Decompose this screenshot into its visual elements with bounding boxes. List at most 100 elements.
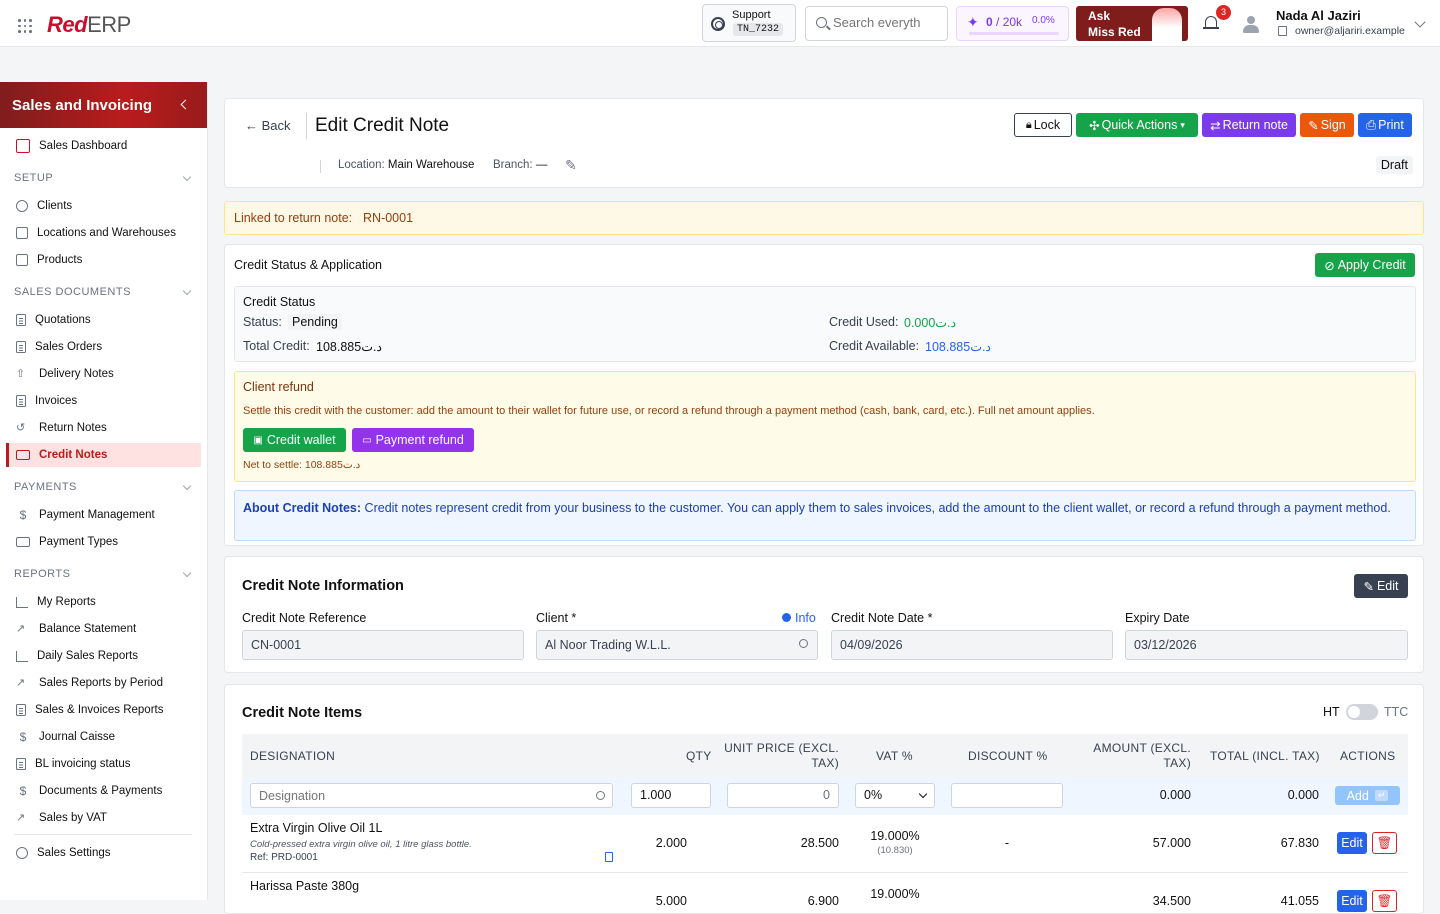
credit-status-box: Credit Status Status: Pending Total Cred…: [234, 286, 1416, 362]
sidebar-item-clients[interactable]: Clients: [6, 194, 201, 218]
printer-icon: ⎙: [1366, 117, 1377, 132]
back-button[interactable]: ← Back: [245, 118, 291, 133]
bell-icon[interactable]: [1203, 15, 1219, 31]
credit-wallet-button[interactable]: ▣ Credit wallet: [243, 428, 346, 452]
edit-button[interactable]: ✎ Edit: [1354, 574, 1408, 598]
sidebar-item-delivery-notes[interactable]: ⇧ Delivery Notes: [6, 362, 201, 386]
client-field[interactable]: Al Noor Trading W.L.L.: [536, 630, 818, 660]
return-note-button[interactable]: ⇄ Return note: [1202, 113, 1296, 137]
sidebar-item-products[interactable]: Products: [6, 248, 201, 272]
section-sales-documents[interactable]: SALES DOCUMENTS: [14, 286, 192, 298]
sidebar-item-sales-invoices-reports[interactable]: Sales & Invoices Reports: [6, 698, 201, 722]
sign-button[interactable]: ✎ Sign: [1300, 113, 1354, 137]
edit-row-button[interactable]: Edit: [1337, 832, 1367, 854]
home-icon: [16, 227, 28, 239]
sparkles-icon: ✦: [967, 14, 979, 30]
item-total: 67.830: [1280, 836, 1319, 850]
column-header: QTY: [686, 749, 712, 763]
section-reports[interactable]: REPORTS: [14, 568, 192, 580]
sidebar-item-invoices[interactable]: Invoices: [6, 389, 201, 413]
sidebar-item-locations[interactable]: Locations and Warehouses: [6, 221, 201, 245]
quick-actions-button[interactable]: ✣ Quick Actions ▾: [1076, 113, 1198, 137]
trending-up-icon: ↗: [16, 623, 26, 635]
apps-grid-icon[interactable]: [18, 19, 32, 33]
sidebar-item-documents-payments[interactable]: $ Documents & Payments: [6, 779, 201, 803]
vat-select[interactable]: 0%: [855, 783, 935, 808]
page-title: Edit Credit Note: [315, 115, 450, 136]
total-credit-label: Total Credit:: [243, 339, 310, 353]
document-icon: [16, 314, 26, 326]
notification-badge: 3: [1216, 5, 1231, 20]
reference-label: Credit Note Reference: [242, 611, 367, 625]
file-icon[interactable]: [605, 852, 613, 862]
trash-icon[interactable]: 🗑︎: [1372, 890, 1397, 912]
sidebar-item-sales-by-vat[interactable]: ↗ Sales by VAT: [6, 806, 201, 830]
ask-miss-red-button[interactable]: Ask Miss Red: [1076, 6, 1188, 41]
linked-label: Linked to return note:: [234, 211, 353, 225]
upload-icon: ⇧: [16, 368, 26, 380]
client-info-link[interactable]: Info: [782, 611, 816, 625]
item-qty: 5.000: [655, 894, 687, 908]
collapse-chevron-icon[interactable]: [180, 99, 191, 110]
status-value: Pending: [288, 314, 342, 330]
apply-credit-button[interactable]: ⊘ Apply Credit: [1315, 253, 1415, 277]
app-logo[interactable]: RedERP: [47, 12, 131, 38]
price-input[interactable]: 0: [727, 783, 839, 808]
about-credit-notes-info: About Credit Notes: Credit notes represe…: [234, 490, 1416, 541]
item-name: Extra Virgin Olive Oil 1L: [250, 821, 383, 835]
discount-input[interactable]: [951, 783, 1063, 808]
copy-icon[interactable]: [1278, 26, 1287, 36]
sidebar-item-journal-caisse[interactable]: $ Journal Caisse: [6, 725, 201, 749]
zap-icon: ✣: [1089, 118, 1100, 133]
sidebar-item-daily-sales[interactable]: Daily Sales Reports: [6, 644, 201, 668]
refund-description: Settle this credit with the customer: ad…: [243, 405, 1095, 417]
linked-value[interactable]: RN-0001: [363, 211, 413, 225]
sidebar-item-credit-notes[interactable]: Credit Notes: [6, 443, 201, 467]
sidebar-item-sales-orders[interactable]: Sales Orders: [6, 335, 201, 359]
item-qty: 2.000: [655, 836, 687, 850]
section-setup[interactable]: SETUP: [14, 172, 192, 184]
reference-field[interactable]: CN-0001: [242, 630, 524, 660]
lock-button[interactable]: 🔒︎ Lock: [1014, 113, 1072, 137]
info-icon: [782, 613, 791, 622]
print-button[interactable]: ⎙ Print: [1358, 113, 1412, 137]
sidebar-item-sales-dashboard[interactable]: Sales Dashboard: [6, 134, 201, 158]
user-name[interactable]: Nada Al Jaziri: [1276, 8, 1361, 23]
sidebar-item-payment-types[interactable]: Payment Types: [6, 530, 201, 554]
qty-input[interactable]: 1.000: [631, 783, 711, 808]
search-input[interactable]: [833, 15, 943, 30]
expiry-field[interactable]: 03/12/2026: [1125, 630, 1408, 660]
payment-refund-button[interactable]: ▭ Payment refund: [352, 428, 474, 452]
ai-credits-meter[interactable]: ✦ 0 / 20k 0.0%: [956, 6, 1069, 41]
designation-input[interactable]: [250, 783, 613, 808]
sidebar-item-sales-by-period[interactable]: ↗ Sales Reports by Period: [6, 671, 201, 695]
chevron-down-icon[interactable]: [1414, 16, 1426, 28]
chevron-down-icon: [918, 789, 928, 799]
sidebar-item-payment-management[interactable]: $ Payment Management: [6, 503, 201, 527]
sidebar-item-balance-statement[interactable]: ↗ Balance Statement: [6, 617, 201, 641]
trash-icon[interactable]: 🗑︎: [1372, 832, 1397, 854]
toggle-ht-label: HT: [1323, 705, 1340, 719]
edit-row-button[interactable]: Edit: [1337, 890, 1367, 912]
date-field[interactable]: 04/09/2026: [831, 630, 1113, 660]
page-header: ← Back Edit Credit Note 🔒︎ Lock ✣ Quick Ac…: [224, 98, 1424, 188]
support-label: Support: [732, 9, 771, 21]
global-search[interactable]: [805, 6, 948, 41]
sidebar-item-sales-settings[interactable]: Sales Settings: [6, 841, 201, 865]
ht-ttc-toggle[interactable]: [1346, 704, 1378, 720]
item-price: 6.900: [807, 894, 839, 908]
add-item-button[interactable]: Add ↵: [1335, 786, 1400, 805]
sidebar-item-bl-invoicing[interactable]: BL invoicing status: [6, 752, 201, 776]
date-label: Credit Note Date *: [831, 611, 933, 625]
item-ref: Ref: PRD-0001: [250, 852, 318, 863]
sidebar-item-quotations[interactable]: Quotations: [6, 308, 201, 332]
support-widget[interactable]: Support TN_7232: [702, 4, 796, 42]
linked-return-note-banner: Linked to return note: RN-0001: [224, 201, 1424, 235]
edit-pencil-icon[interactable]: ✎: [565, 157, 577, 174]
avatar[interactable]: [1241, 14, 1261, 34]
location-info: Location: Main Warehouse: [338, 159, 475, 171]
wallet-icon: ▣: [253, 434, 263, 446]
section-payments[interactable]: PAYMENTS: [14, 481, 192, 493]
sidebar-item-my-reports[interactable]: My Reports: [6, 590, 201, 614]
sidebar-item-return-notes[interactable]: ↺ Return Notes: [6, 416, 201, 440]
